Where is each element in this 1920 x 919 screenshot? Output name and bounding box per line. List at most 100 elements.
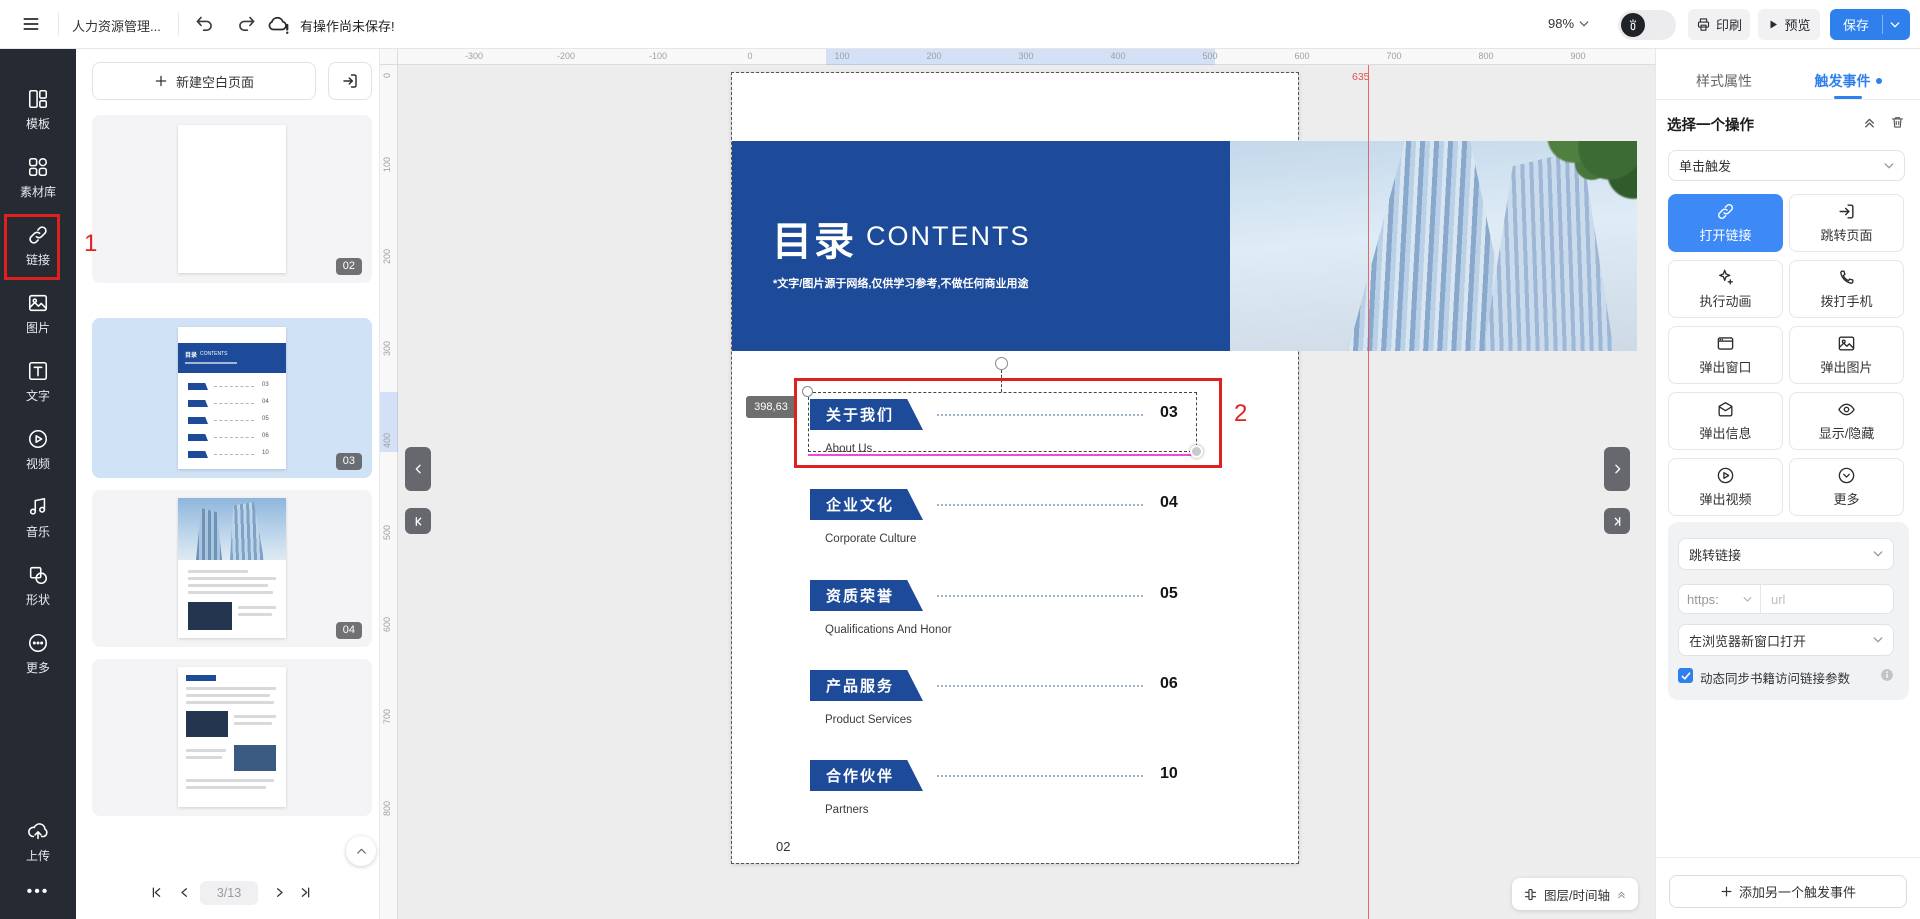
- more-actions-icon: [1837, 466, 1856, 485]
- action-label: 跳转页面: [1820, 225, 1872, 244]
- action-open-link[interactable]: 打开链接: [1668, 194, 1783, 252]
- page-thumbnail-02[interactable]: 02: [92, 115, 372, 283]
- divider: [1882, 15, 1883, 34]
- toc-row-product-services[interactable]: 产品服务 06 Product Services: [732, 670, 1298, 730]
- first-spread-button[interactable]: [405, 508, 431, 534]
- pointer-mode-toggle[interactable]: [1618, 10, 1676, 40]
- page-thumbnail-03-selected[interactable]: 目录 CONTENTS 03 04 05 06 10 03: [92, 318, 372, 478]
- action-popup-message[interactable]: 弹出信息: [1668, 392, 1783, 450]
- prev-spread-button[interactable]: [405, 447, 431, 491]
- action-run-animation[interactable]: 执行动画: [1668, 260, 1783, 318]
- mini-num: 04: [262, 399, 269, 405]
- rotate-handle[interactable]: [995, 357, 1008, 370]
- open-mode-select[interactable]: 在浏览器新窗口打开: [1678, 624, 1894, 656]
- prev-page-button[interactable]: [177, 885, 192, 900]
- building-photo[interactable]: [1230, 141, 1637, 351]
- toc-row-qualifications[interactable]: 资质荣誉 05 Qualifications And Honor: [732, 580, 1298, 640]
- toc-disclaimer[interactable]: *文字/图片源于网络,仅供学习参考,不做任何商业用途: [773, 275, 1028, 291]
- toc-row-corporate-culture[interactable]: 企业文化 04 Corporate Culture: [732, 489, 1298, 549]
- sidebar-item-shape[interactable]: 形状: [0, 564, 76, 608]
- next-spread-button[interactable]: [1604, 447, 1630, 491]
- sidebar-item-more[interactable]: 更多: [0, 632, 76, 676]
- add-trigger-event-button[interactable]: 添加另一个触发事件: [1669, 875, 1907, 908]
- save-button-label: 保存: [1843, 15, 1869, 34]
- first-page-button[interactable]: [149, 885, 164, 900]
- toc-row-partners[interactable]: 合作伙伴 10 Partners: [732, 760, 1298, 820]
- sidebar-item-text[interactable]: 文字: [0, 360, 76, 404]
- next-page-button[interactable]: [272, 885, 287, 900]
- sidebar-item-video[interactable]: 视频: [0, 428, 76, 472]
- last-page-button[interactable]: [298, 885, 313, 900]
- action-popup-video[interactable]: 弹出视频: [1668, 458, 1783, 516]
- ruler-tick: -100: [649, 51, 667, 61]
- sidebar-item-assets[interactable]: 素材库: [0, 156, 76, 200]
- action-label: 弹出图片: [1820, 357, 1872, 376]
- redo-icon[interactable]: [236, 14, 257, 35]
- page-thumbnail-04[interactable]: 04: [92, 490, 372, 647]
- action-popup-window[interactable]: 弹出窗口: [1668, 326, 1783, 384]
- info-icon[interactable]: [1880, 668, 1894, 682]
- zoom-level-control[interactable]: 98%: [1548, 16, 1589, 31]
- link-type-select[interactable]: 跳转链接: [1678, 538, 1894, 570]
- sidebar-item-image[interactable]: 图片: [0, 292, 76, 336]
- hamburger-menu-icon[interactable]: [20, 14, 42, 34]
- action-show-hide[interactable]: 显示/隐藏: [1789, 392, 1904, 450]
- import-pages-button[interactable]: [328, 62, 372, 100]
- sidebar-item-label: 模板: [0, 115, 76, 132]
- new-blank-page-button[interactable]: 新建空白页面: [92, 62, 316, 100]
- template-icon: [27, 88, 49, 110]
- tab-trigger-events[interactable]: 触发事件: [1798, 71, 1898, 91]
- guide-line[interactable]: [1368, 65, 1369, 919]
- sidebar-item-upload[interactable]: 上传: [0, 820, 76, 864]
- ruler-tick: 700: [1386, 51, 1401, 61]
- action-more[interactable]: 更多: [1789, 458, 1904, 516]
- page-thumbnail-05[interactable]: [92, 659, 372, 816]
- save-options-chevron-icon[interactable]: [1890, 21, 1900, 29]
- document-page[interactable]: 目录 CONTENTS *文字/图片源于网络,仅供学习参考,不做任何商业用途 关…: [732, 73, 1298, 863]
- layers-timeline-button[interactable]: 图层/时间轴: [1512, 878, 1638, 910]
- print-button[interactable]: 印刷: [1688, 9, 1750, 40]
- action-call-phone[interactable]: 拨打手机: [1789, 260, 1904, 318]
- ruler-tick: 300: [1018, 51, 1033, 61]
- save-button[interactable]: 保存: [1830, 9, 1910, 40]
- open-mode-value: 在浏览器新窗口打开: [1689, 631, 1806, 650]
- action-jump-page[interactable]: 跳转页面: [1789, 194, 1904, 252]
- divider: [178, 12, 179, 36]
- ruler-tick: 600: [1294, 51, 1309, 61]
- undo-icon[interactable]: [194, 14, 215, 35]
- sidebar-item-label: 音乐: [0, 523, 76, 540]
- sidebar-overflow-dots[interactable]: •••: [0, 883, 76, 901]
- url-input[interactable]: url: [1761, 592, 1785, 607]
- protocol-select[interactable]: https:: [1679, 585, 1761, 613]
- sidebar-item-template[interactable]: 模板: [0, 88, 76, 132]
- jump-page-icon: [1837, 202, 1856, 221]
- thumbnail-page-preview: 目录 CONTENTS 03 04 05 06 10: [178, 327, 286, 469]
- mini-line: [214, 454, 254, 455]
- thumbnail-page-preview: [178, 667, 286, 807]
- annotation-box-2: [794, 378, 1222, 468]
- preview-button[interactable]: 预览: [1758, 9, 1820, 40]
- action-popup-image[interactable]: 弹出图片: [1789, 326, 1904, 384]
- tab-style-properties[interactable]: 样式属性: [1674, 71, 1774, 91]
- mini-num: 06: [262, 433, 269, 439]
- annotation-box-1: [4, 214, 60, 280]
- trigger-type-select[interactable]: 单击触发: [1668, 150, 1905, 181]
- sidebar-item-music[interactable]: 音乐: [0, 496, 76, 540]
- link-type-value: 跳转链接: [1689, 545, 1741, 564]
- animation-sparkle-icon: [1716, 268, 1735, 287]
- collapse-thumbnails-button[interactable]: [346, 836, 376, 866]
- collapse-section-icon[interactable]: [1862, 115, 1877, 130]
- popup-message-icon: [1716, 400, 1735, 419]
- last-spread-button[interactable]: [1604, 508, 1630, 534]
- sync-params-checkbox[interactable]: [1678, 668, 1693, 683]
- editor-canvas[interactable]: -300 -200 -100 0 100 200 300 400 500 600…: [380, 49, 1655, 919]
- mini-toc-chip: [188, 451, 208, 458]
- mini-line: [214, 386, 254, 387]
- delete-event-icon[interactable]: [1890, 114, 1905, 130]
- sync-params-label: 动态同步书籍访问链接参数: [1700, 668, 1850, 687]
- mini-num: 10: [262, 450, 269, 456]
- link-settings-section: 跳转链接 https: url 在浏览器新窗口打开 动态同步书籍访问链接参数: [1668, 522, 1909, 700]
- coordinate-badge: 398,63: [746, 396, 796, 418]
- toc-title-en[interactable]: CONTENTS: [866, 221, 1031, 252]
- toc-title[interactable]: 目录: [772, 209, 856, 267]
